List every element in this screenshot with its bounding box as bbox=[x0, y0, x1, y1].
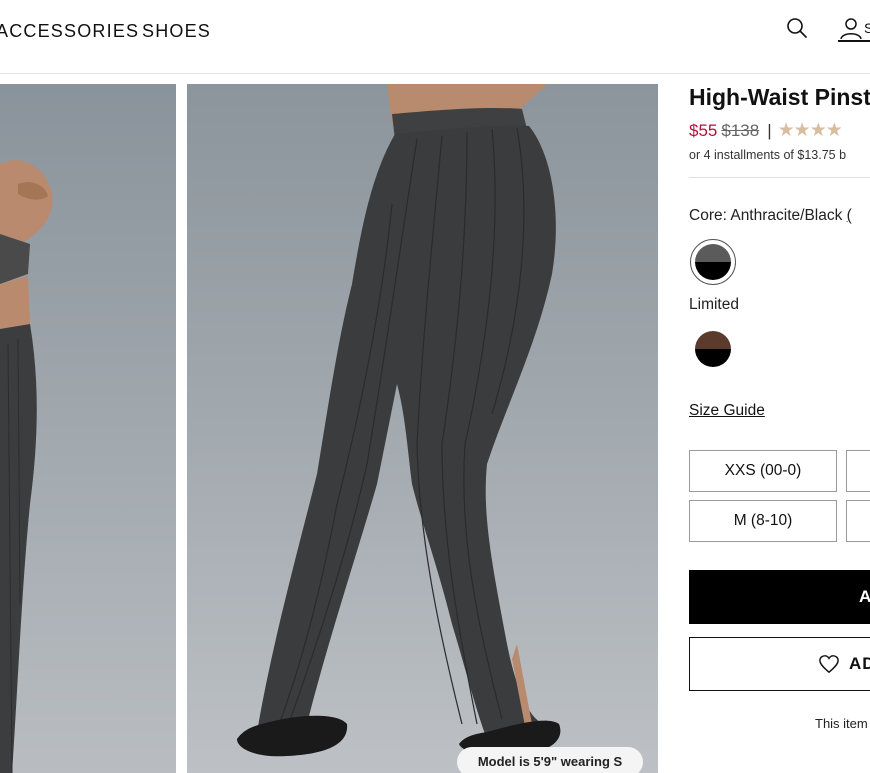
nav-shoes[interactable]: SHOES bbox=[142, 21, 211, 42]
site-header: ACCESSORIES SHOES S bbox=[0, 0, 870, 74]
user-icon[interactable] bbox=[838, 16, 864, 42]
size-m-button[interactable]: M (8-10) bbox=[689, 500, 837, 542]
product-details: High-Waist Pinst $55 $138 | ★★★★ or 4 insta… bbox=[689, 74, 870, 773]
add-to-bag-button[interactable]: A bbox=[689, 570, 870, 624]
heart-icon bbox=[819, 655, 839, 674]
model-size-note: Model is 5'9" wearing S bbox=[457, 747, 643, 773]
nav-accessories[interactable]: ACCESSORIES bbox=[0, 21, 139, 42]
swatch-espresso-black[interactable] bbox=[695, 331, 731, 367]
search-icon[interactable] bbox=[785, 16, 809, 40]
account-underline bbox=[838, 40, 870, 42]
sale-price: $55 bbox=[689, 121, 718, 140]
wishlist-label: AD bbox=[849, 654, 870, 673]
product-photo-back[interactable] bbox=[0, 84, 176, 773]
size-guide-link[interactable]: Size Guide bbox=[689, 402, 765, 420]
size-button[interactable] bbox=[846, 450, 870, 492]
divider bbox=[689, 177, 870, 178]
product-title: High-Waist Pinst bbox=[689, 84, 870, 110]
original-price: $138 bbox=[721, 121, 760, 140]
color-label-text: Core: Anthracite/Black bbox=[689, 207, 843, 224]
account-label[interactable]: S bbox=[864, 20, 870, 36]
price-row: $55 $138 | ★★★★ bbox=[689, 119, 843, 142]
price-separator: | bbox=[767, 121, 772, 140]
rating-stars[interactable]: ★★★★ bbox=[778, 120, 843, 141]
add-to-bag-label: A bbox=[859, 587, 870, 606]
size-button[interactable] bbox=[846, 500, 870, 542]
color-label: Core: Anthracite/Black ( bbox=[689, 207, 852, 225]
swatch-anthracite-black[interactable] bbox=[695, 244, 731, 280]
installments-text: or 4 installments of $13.75 b bbox=[689, 148, 847, 162]
limited-label: Limited bbox=[689, 296, 739, 313]
product-photo-main[interactable] bbox=[187, 84, 658, 773]
add-to-wishlist-button[interactable]: AD bbox=[689, 637, 870, 691]
item-note: This item bbox=[815, 716, 868, 731]
size-xxs-button[interactable]: XXS (00-0) bbox=[689, 450, 837, 492]
color-link[interactable]: ( bbox=[847, 207, 852, 224]
